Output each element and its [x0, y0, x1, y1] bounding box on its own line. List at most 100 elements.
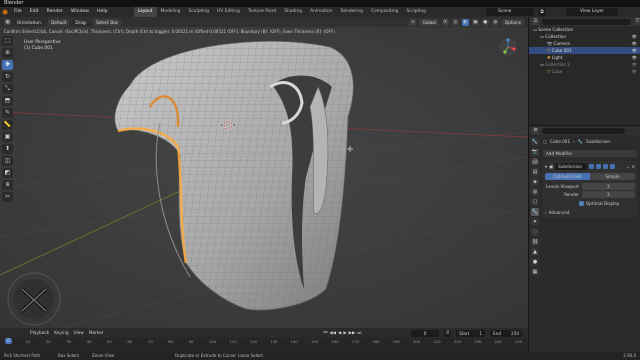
play-icon[interactable]: ▶ [343, 331, 346, 336]
3d-viewport[interactable] [0, 27, 528, 328]
play-reverse-icon[interactable]: ◀ [338, 331, 341, 336]
filter-icon[interactable]: ⛉ [634, 18, 640, 25]
properties-search-input[interactable] [542, 127, 625, 134]
outliner-item[interactable]: ✺ Light 👁 [529, 54, 640, 61]
menu-file[interactable]: File [10, 7, 26, 17]
material-tab-icon[interactable]: ● [531, 258, 539, 266]
outliner-item[interactable]: ▽ Cube 👁 [529, 68, 640, 75]
data-tab-icon[interactable]: ▲ [531, 248, 539, 256]
outliner-editor-icon[interactable]: ☰ [532, 18, 539, 25]
shading-solid-icon[interactable]: ● [481, 18, 489, 26]
add-cube-tool-icon[interactable]: ▣ [2, 132, 13, 142]
preview-range-icon[interactable]: ⏱ [444, 329, 452, 337]
menu-help[interactable]: Help [93, 7, 111, 17]
blender-logo-icon[interactable]: ◉ [0, 7, 10, 17]
drag-dropdown[interactable]: Select Box [92, 18, 122, 26]
knife-tool-icon[interactable]: ✂ [2, 192, 13, 202]
select-tool-icon[interactable]: ⬚ [2, 36, 13, 46]
menu-window[interactable]: Window [67, 7, 93, 17]
add-modifier-button[interactable]: Add Modifier [543, 150, 637, 157]
orientation-dropdown[interactable]: Default [48, 18, 70, 26]
timeline-menu-marker[interactable]: Marker [89, 331, 104, 336]
inset-tool-icon[interactable]: ◫ [2, 156, 13, 166]
scene-tab-icon[interactable]: ◈ [531, 178, 539, 186]
navigation-gizmo[interactable] [499, 38, 517, 56]
outliner-item[interactable]: ▽ Cube.001 👁 [529, 47, 640, 54]
outliner-item[interactable]: ▭ Collection 👁 [529, 33, 640, 40]
rotate-tool-icon[interactable]: ↻ [2, 72, 13, 82]
tab-rendering[interactable]: Rendering [336, 7, 366, 17]
editor-type-icon[interactable]: ▦ [4, 18, 11, 26]
delete-modifier-icon[interactable]: ✕ [631, 164, 635, 169]
expand-icon[interactable]: ▾ [545, 164, 547, 169]
jump-end-icon[interactable]: ⏭ [357, 331, 361, 336]
prev-key-icon[interactable]: ◀◀ [329, 331, 336, 336]
tab-sculpting[interactable]: Sculpting [184, 7, 213, 17]
visibility-eye-icon[interactable]: 👁 [632, 54, 637, 61]
visibility-eye-icon[interactable]: 👁 [632, 40, 637, 47]
snap-icon[interactable]: ⦿ [441, 18, 449, 26]
dropdown-icon[interactable]: ⌄ [626, 164, 630, 169]
tab-layout[interactable]: Layout [133, 7, 157, 17]
tab-shading[interactable]: Shading [280, 7, 306, 17]
visibility-eye-icon[interactable]: 👁 [632, 47, 637, 54]
start-frame-field[interactable]: Start 1 [456, 329, 486, 337]
texture-tab-icon[interactable]: ▦ [531, 268, 539, 276]
constraints-tab-icon[interactable]: ⛓ [531, 238, 539, 246]
simple-button[interactable]: Simple [590, 173, 635, 180]
current-frame-field[interactable]: 0 [411, 329, 440, 337]
render-tab-icon[interactable]: 📷 [531, 148, 539, 156]
timeline-ruler[interactable]: 0 10 20 30 40 50 60 70 80 90 100 110 120 130 140 150 160… [0, 338, 528, 352]
visibility-eye-icon[interactable]: 👁 [632, 61, 637, 68]
view-layer-selector[interactable]: View Layer [566, 8, 618, 16]
physics-tab-icon[interactable]: ◌ [531, 228, 539, 236]
timeline-menu-view[interactable]: View [74, 331, 84, 336]
next-key-icon[interactable]: ▶▶ [349, 331, 356, 336]
outliner-item[interactable]: ▭ Scene Collection [529, 26, 640, 33]
editmode-toggle-icon[interactable] [589, 164, 595, 169]
global-dropdown[interactable]: Global [419, 18, 439, 26]
loopcut-tool-icon[interactable]: ⧈ [2, 180, 13, 190]
outliner-item[interactable]: 📷 Camera 👁 [529, 40, 640, 47]
tab-animation[interactable]: Animation [306, 7, 336, 17]
measure-tool-icon[interactable]: 📏 [2, 120, 13, 130]
menu-render[interactable]: Render [43, 7, 67, 17]
optimal-display-checkbox[interactable]: ✓ [579, 201, 584, 206]
overlay-icon[interactable]: ◐ [461, 18, 469, 26]
options-dropdown[interactable]: Options [501, 18, 524, 26]
visibility-eye-icon[interactable]: 👁 [632, 68, 637, 75]
timeline-menu-keying[interactable]: Keying [54, 331, 68, 336]
tab-modeling[interactable]: Modeling [157, 7, 185, 17]
scale-tool-icon[interactable]: ⤡ [2, 84, 13, 94]
properties-editor-icon[interactable]: ⚙ [532, 127, 539, 134]
cage-toggle-icon[interactable] [610, 164, 616, 169]
tab-compositing[interactable]: Compositing [367, 7, 403, 17]
render-toggle-icon[interactable] [603, 164, 609, 169]
bevel-tool-icon[interactable]: ◩ [2, 168, 13, 178]
modifier-name-field[interactable]: Subdivision [555, 163, 588, 170]
advanced-subpanel[interactable]: › Advanced [545, 209, 635, 216]
new-scene-icon[interactable]: ⧉ [538, 8, 546, 16]
jump-start-icon[interactable]: ⏮ [324, 331, 328, 336]
tool-tab-icon[interactable]: 🔧 [531, 138, 539, 146]
timeline-menu-playback[interactable]: Playback [30, 331, 49, 336]
output-tab-icon[interactable]: 🖨 [531, 158, 539, 166]
viewport-toggle-icon[interactable] [596, 164, 602, 169]
proportional-edit-icon[interactable]: ◎ [451, 18, 459, 26]
modifier-tab-icon[interactable]: 🔧 [531, 208, 539, 216]
visibility-eye-icon[interactable]: 👁 [632, 33, 637, 40]
particles-tab-icon[interactable]: ✦ [531, 218, 539, 226]
object-tab-icon[interactable]: ▢ [531, 198, 539, 206]
transform-tool-icon[interactable]: ⬒ [2, 96, 13, 106]
tab-texture-paint[interactable]: Texture Paint [244, 7, 280, 17]
world-tab-icon[interactable]: ◍ [531, 188, 539, 196]
extrude-tool-icon[interactable]: ⬆ [2, 144, 13, 154]
end-frame-field[interactable]: End 250 [490, 329, 522, 337]
scene-selector[interactable]: Scene [486, 8, 534, 16]
cursor-tool-icon[interactable]: ⊕ [2, 48, 13, 58]
annotate-tool-icon[interactable]: ✎ [2, 108, 13, 118]
transform-pivot-icon[interactable]: ⊙ [409, 18, 417, 26]
levels-viewport-field[interactable]: 2 [582, 183, 635, 190]
playhead[interactable]: 0 [5, 338, 12, 344]
shading-material-icon[interactable]: ◍ [491, 18, 499, 26]
